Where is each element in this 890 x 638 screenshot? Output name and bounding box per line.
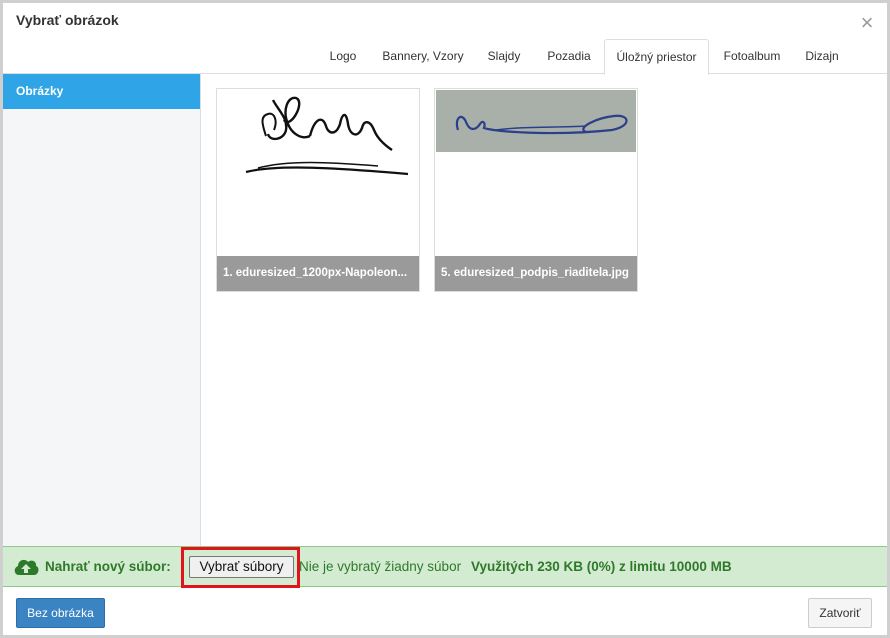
signature-thumbnail [218, 90, 418, 254]
image-card[interactable]: 5. eduresized_podpis_riaditela.jpg [434, 88, 638, 292]
tab-ulozny-priestor[interactable]: Úložný priestor [604, 39, 709, 75]
file-status-text: Nie je vybratý žiadny súbor [299, 559, 462, 574]
image-caption: 5. eduresized_podpis_riaditela.jpg [435, 256, 637, 291]
tab-fotoalbum[interactable]: Fotoalbum [714, 39, 790, 74]
image-grid: 1. eduresized_1200px-Napoleon... 5. edur… [201, 74, 887, 546]
tab-pozadia[interactable]: Pozadia [538, 39, 600, 74]
cloud-upload-icon [13, 556, 39, 578]
close-icon[interactable]: × [857, 12, 877, 34]
tab-bannery-vzory[interactable]: Bannery, Vzory [375, 39, 471, 74]
upload-bar: Nahrať nový súbor: Vybrať súbory Nie je … [3, 546, 887, 588]
signature-thumbnail [436, 90, 636, 254]
tab-logo[interactable]: Logo [321, 39, 365, 74]
dialog-title: Vybrať obrázok [16, 12, 119, 28]
storage-usage-text: Využitých 230 KB (0%) z limitu 10000 MB [471, 559, 732, 574]
upload-label: Nahrať nový súbor: [45, 559, 171, 574]
tab-slajdy[interactable]: Slajdy [480, 39, 528, 74]
tab-dizajn[interactable]: Dizajn [796, 39, 848, 74]
image-caption: 1. eduresized_1200px-Napoleon... [217, 256, 419, 291]
sidebar-item-obrazky[interactable]: Obrázky [3, 74, 200, 109]
no-image-button[interactable]: Bez obrázka [16, 598, 105, 628]
close-button[interactable]: Zatvoriť [808, 598, 872, 628]
sidebar: Obrázky [3, 74, 201, 546]
tab-bar: Logo Bannery, Vzory Slajdy Pozadia Úložn… [3, 39, 887, 75]
image-picker-dialog: Vybrať obrázok × Logo Bannery, Vzory Sla… [3, 3, 887, 635]
choose-files-button[interactable]: Vybrať súbory [189, 556, 294, 578]
image-card[interactable]: 1. eduresized_1200px-Napoleon... [216, 88, 420, 292]
